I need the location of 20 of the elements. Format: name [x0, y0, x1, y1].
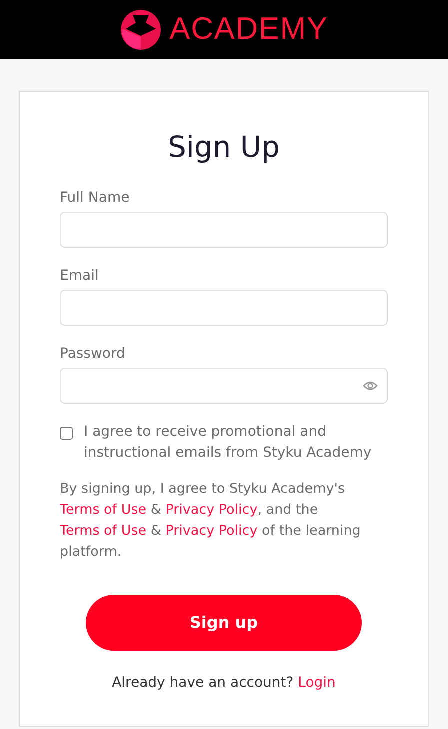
eye-icon[interactable] [363, 380, 378, 390]
link[interactable]: Privacy Policy [166, 522, 258, 538]
login-prompt: Already have an account? Login [111, 674, 337, 692]
input-field[interactable] [60, 290, 388, 326]
signup-button[interactable]: Sign up [86, 594, 362, 650]
field-label: Email [60, 266, 100, 286]
field-label: Password [60, 344, 126, 364]
input-field[interactable] [60, 212, 388, 248]
consent-label: I agree to receive promotional and instructional emails from Styku Academy [84, 422, 373, 462]
link[interactable]: Terms of Use [60, 502, 147, 518]
form-title: Sign Up [166, 129, 282, 166]
legal-text: By signing up, I agree to Styku Academy's Terms of Use & Privacy Policy, and the Terms of Use & Privacy Policy of the learning platform. [60, 480, 362, 562]
link[interactable]: Privacy Policy [166, 502, 258, 518]
link[interactable]: Terms of Use [60, 522, 147, 538]
field-label: Full Name [60, 188, 131, 208]
input-field[interactable] [60, 368, 388, 404]
link[interactable]: Login [298, 674, 336, 690]
logo-icon [120, 8, 162, 50]
brand-name: ACADEMY [170, 10, 328, 48]
consent-checkbox[interactable] [60, 426, 73, 440]
